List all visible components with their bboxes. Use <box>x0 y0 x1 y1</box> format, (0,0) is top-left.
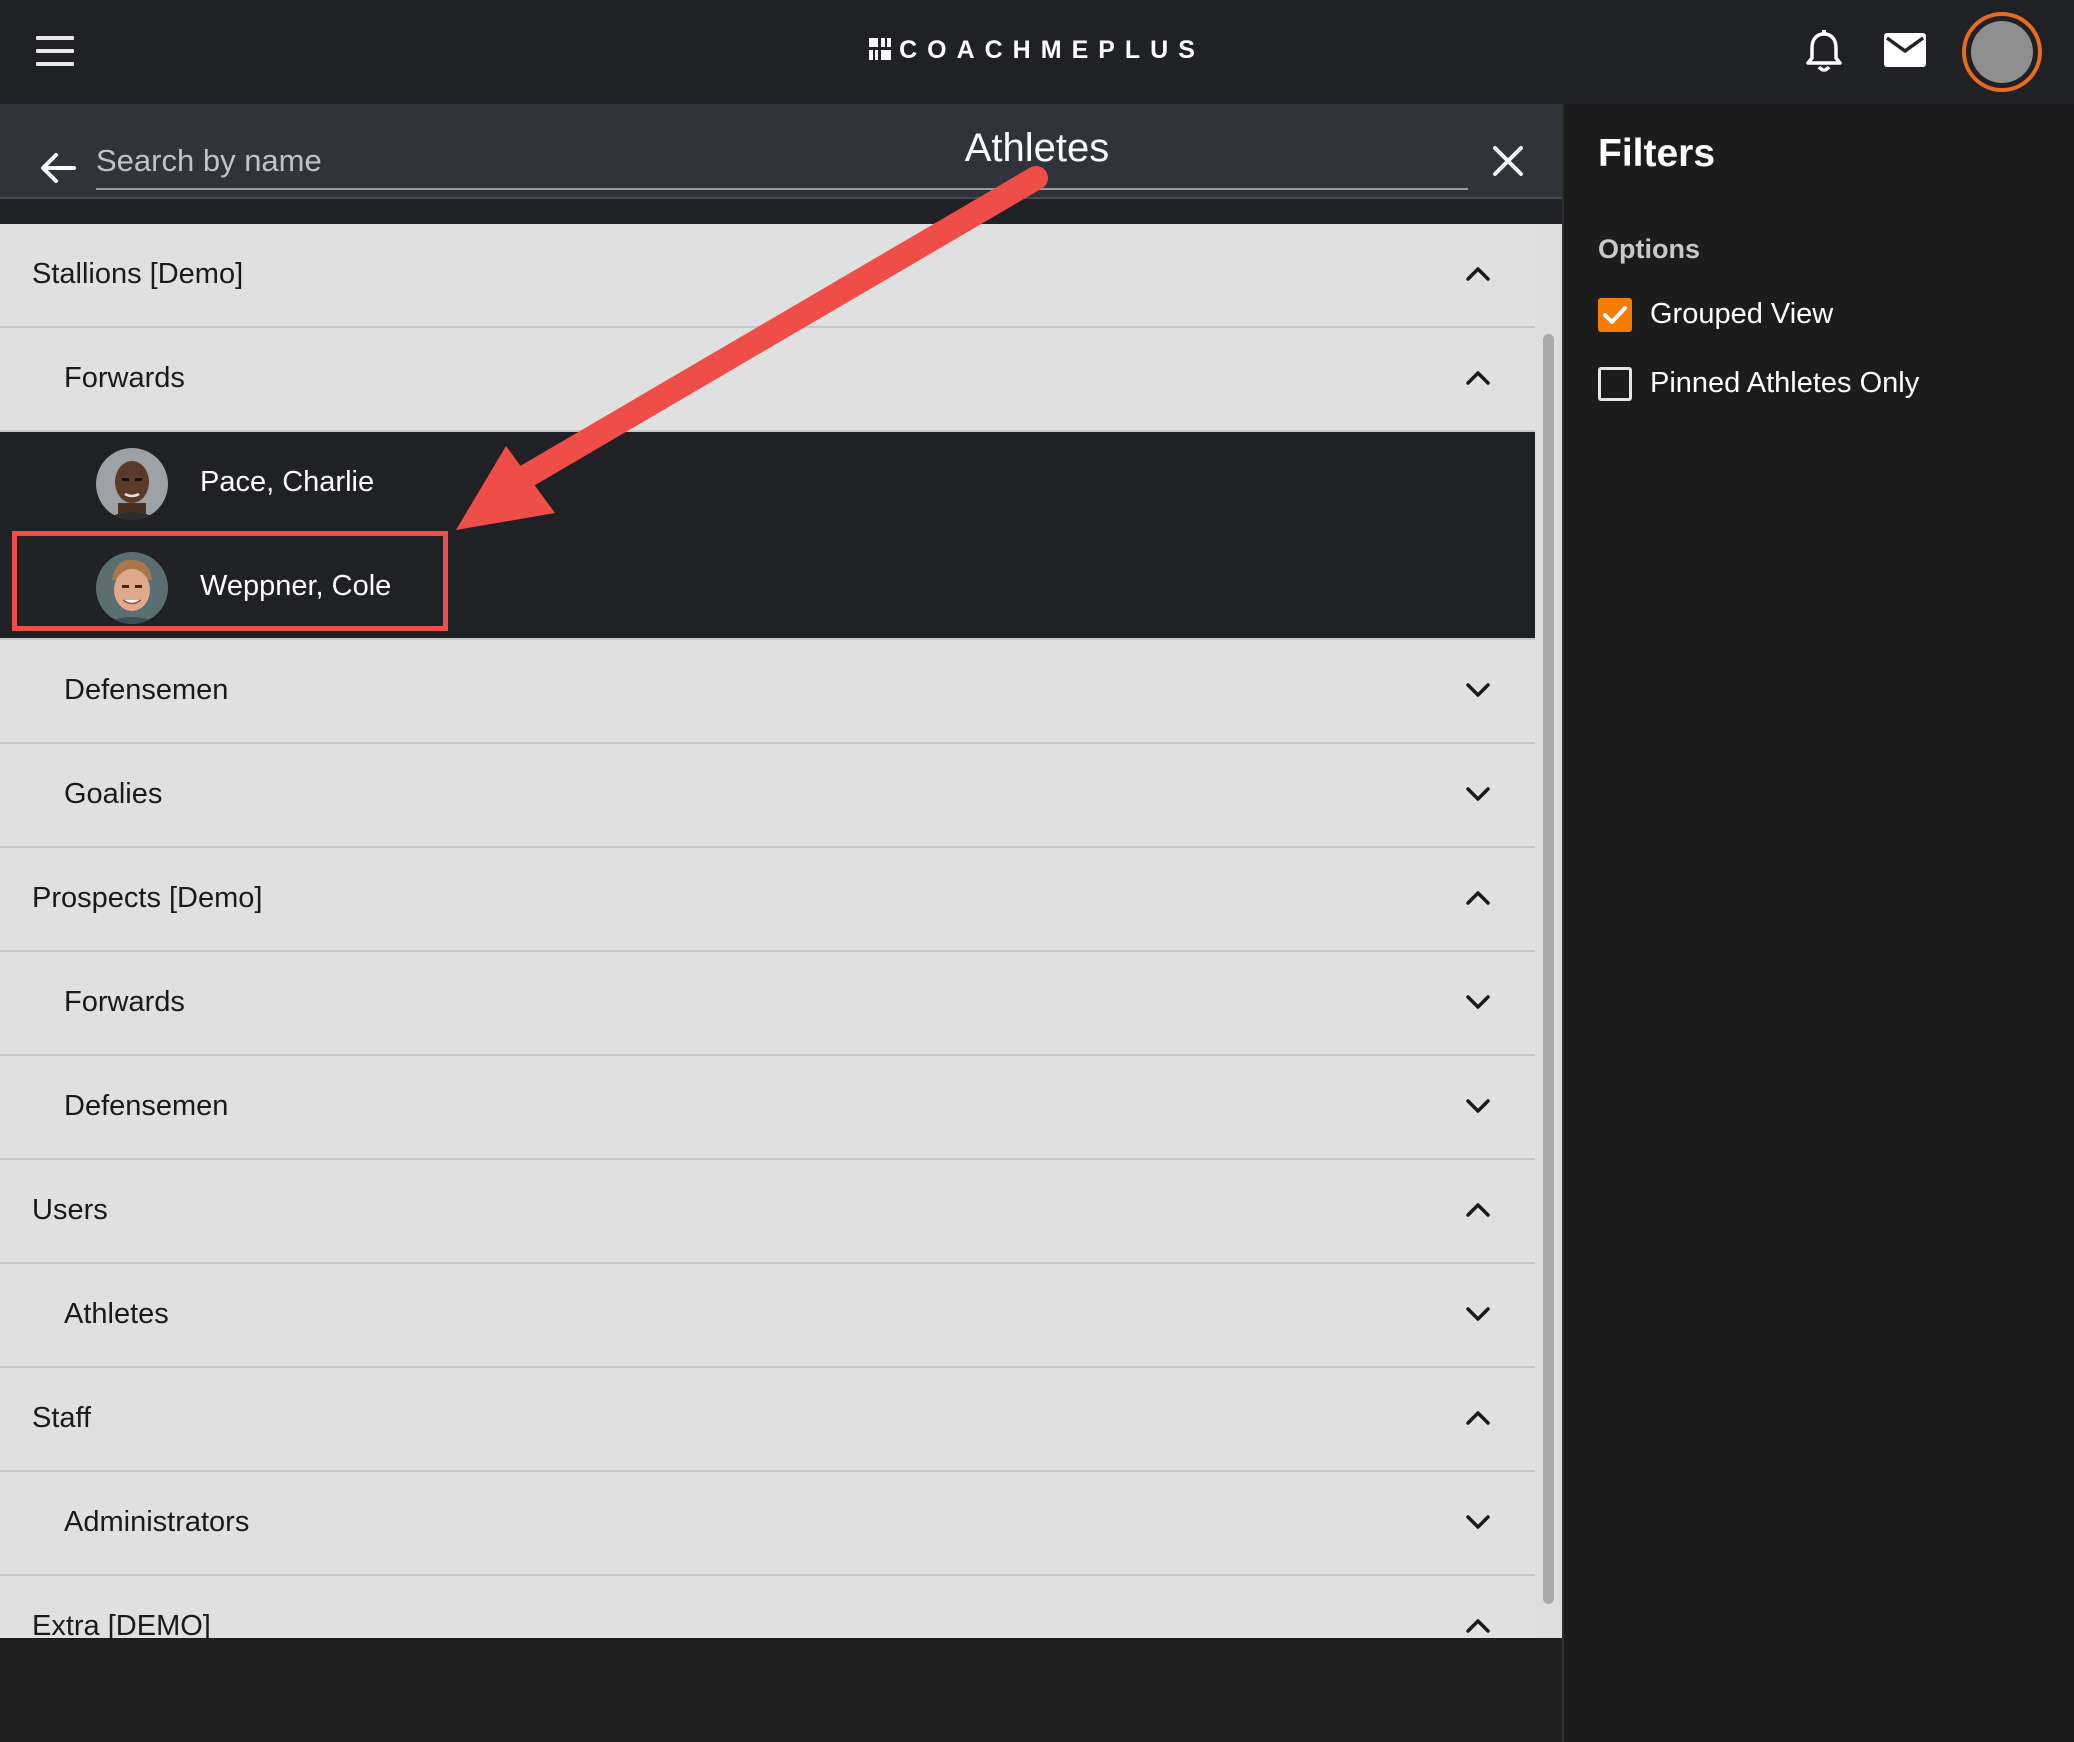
checkbox-unchecked-icon[interactable] <box>1598 367 1632 401</box>
chevron-down-icon[interactable] <box>1462 674 1494 706</box>
scrollbar[interactable] <box>1535 224 1562 1638</box>
close-icon[interactable] <box>1490 143 1526 179</box>
options-heading: Options <box>1598 234 1700 264</box>
group-stallions[interactable]: Stallions [Demo] <box>0 224 1535 328</box>
chevron-up-icon[interactable] <box>1462 882 1494 914</box>
chevron-down-icon[interactable] <box>1462 778 1494 810</box>
group-staff[interactable]: Staff <box>0 1368 1535 1472</box>
athlete-group-list: Stallions [Demo] Forwards Pace, Charlie <box>0 224 1535 1638</box>
chevron-down-icon[interactable] <box>1462 1298 1494 1330</box>
subgroup-prospects-forwards[interactable]: Forwards <box>0 952 1535 1056</box>
chevron-up-icon[interactable] <box>1462 258 1494 290</box>
annotation-highlight-box <box>12 531 448 631</box>
subgroup-stallions-forwards[interactable]: Forwards <box>0 328 1535 432</box>
search-input[interactable] <box>96 134 1468 190</box>
chevron-up-icon[interactable] <box>1462 1402 1494 1434</box>
pinned-athletes-label: Pinned Athletes Only <box>1650 367 1920 399</box>
subgroup-label: Forwards <box>64 986 185 1018</box>
group-label: Staff <box>32 1402 92 1434</box>
brand-name: COACHMEPLUS <box>899 36 1205 64</box>
chevron-up-icon[interactable] <box>1462 362 1494 394</box>
chevron-down-icon[interactable] <box>1462 986 1494 1018</box>
subgroup-label: Defensemen <box>64 1090 229 1122</box>
group-label: Prospects [Demo] <box>32 882 263 914</box>
athlete-avatar <box>96 448 168 520</box>
grouped-view-label: Grouped View <box>1650 298 1834 330</box>
filters-panel: Filters Options Grouped View Pinned Athl… <box>1562 104 2074 1742</box>
avatar[interactable] <box>1962 12 2042 92</box>
group-prospects[interactable]: Prospects [Demo] <box>0 848 1535 952</box>
group-extra[interactable]: Extra [DEMO] <box>0 1576 1535 1638</box>
top-app-bar: COACHMEPLUS <box>0 0 2074 104</box>
subgroup-label: Administrators <box>64 1506 250 1538</box>
bell-icon[interactable] <box>1804 30 1844 74</box>
back-arrow-icon[interactable] <box>38 148 78 188</box>
filters-title: Filters <box>1598 132 1716 175</box>
subgroup-users-athletes[interactable]: Athletes <box>0 1264 1535 1368</box>
subgroup-stallions-goalies[interactable]: Goalies <box>0 744 1535 848</box>
chevron-up-icon[interactable] <box>1462 1610 1494 1638</box>
athlete-row-pace[interactable]: Pace, Charlie <box>0 432 1535 536</box>
subgroup-label: Athletes <box>64 1298 169 1330</box>
subgroup-label: Goalies <box>64 778 163 810</box>
subgroup-stallions-defensemen[interactable]: Defensemen <box>0 640 1535 744</box>
athlete-name: Pace, Charlie <box>200 466 375 498</box>
logo-icon <box>869 38 892 60</box>
group-users[interactable]: Users <box>0 1160 1535 1264</box>
checkbox-checked-icon[interactable] <box>1598 298 1632 332</box>
mail-icon[interactable] <box>1884 33 1926 67</box>
group-label: Users <box>32 1194 108 1226</box>
group-label: Stallions [Demo] <box>32 258 244 290</box>
brand-logo: COACHMEPLUS <box>0 36 2074 65</box>
subgroup-label: Defensemen <box>64 674 229 706</box>
subgroup-label: Forwards <box>64 362 185 394</box>
scrollbar-thumb[interactable] <box>1543 334 1554 1604</box>
chevron-down-icon[interactable] <box>1462 1506 1494 1538</box>
subgroup-staff-administrators[interactable]: Administrators <box>0 1472 1535 1576</box>
group-label: Extra [DEMO] <box>32 1610 211 1638</box>
subgroup-prospects-defensemen[interactable]: Defensemen <box>0 1056 1535 1160</box>
chevron-down-icon[interactable] <box>1462 1090 1494 1122</box>
chevron-up-icon[interactable] <box>1462 1194 1494 1226</box>
